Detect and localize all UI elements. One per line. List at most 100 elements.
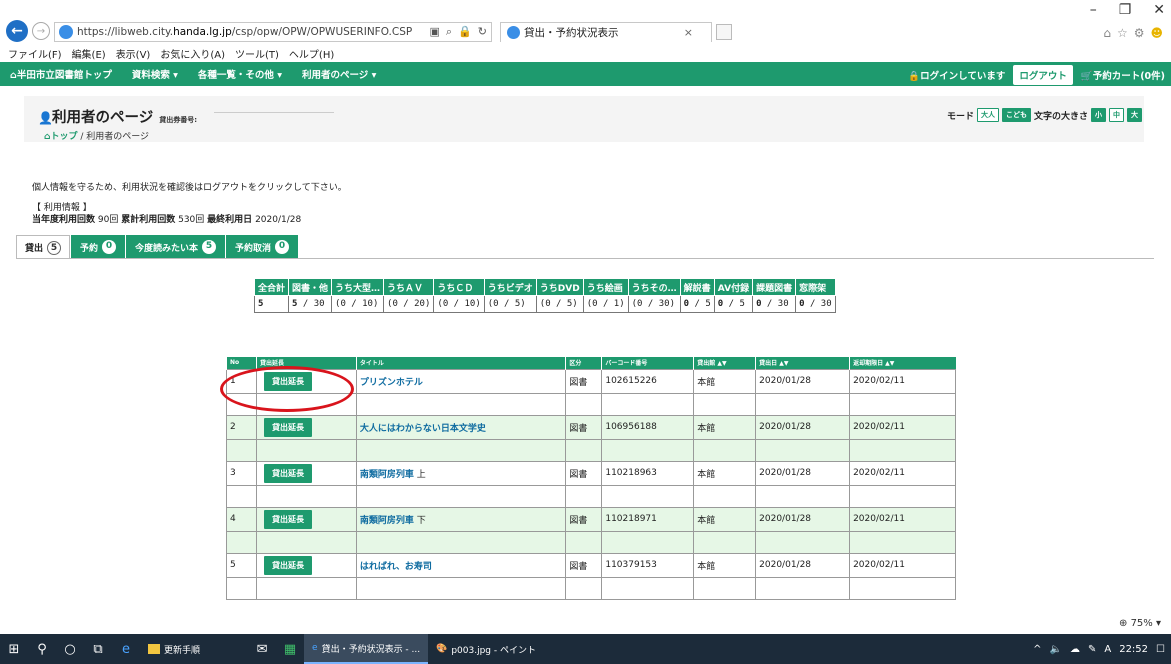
edge-icon[interactable]: e	[112, 642, 140, 657]
clock[interactable]: 22:52	[1119, 644, 1148, 655]
arrow-left-icon: ←	[11, 23, 23, 39]
ie-icon: e	[312, 643, 318, 653]
card-number-label: 貸出券番号:	[159, 116, 198, 124]
system-tray: ^ 🔈 ☁ ✎ A 22:52 ☐	[1033, 634, 1165, 664]
taskbar-app-paint[interactable]: 🎨 p003.jpg - ペイント	[428, 634, 544, 664]
extend-loan-button[interactable]: 貸出延長	[263, 417, 312, 437]
loan-count-table: 全合計 図書・他 うち大型… うちＡＶ うちＣＤ うちビデオ うちDVD うち絵…	[253, 278, 836, 313]
menu-favorites[interactable]: お気に入り(A)	[160, 46, 225, 61]
menu-tools[interactable]: ツール(T)	[235, 46, 279, 61]
book-title-link[interactable]: プリズンホテル	[360, 378, 423, 388]
arrow-right-icon: →	[36, 25, 46, 37]
mode-child-button[interactable]: こども	[1001, 108, 1031, 122]
extend-loan-button[interactable]: 貸出延長	[263, 509, 312, 529]
col-branch[interactable]: 貸出館 ▲▼	[693, 357, 756, 369]
row-spacer	[226, 485, 956, 508]
row-title-cell: 南類阿房列車 上	[355, 460, 567, 486]
table-row: 4 貸出延長 南類阿房列車 下 図書 110218971 本館 2020/01/…	[226, 506, 956, 532]
browser-tab-title: 貸出・予約状況表示	[524, 27, 619, 39]
lock-icon[interactable]: 🔒	[458, 25, 472, 39]
row-no: 5	[226, 552, 257, 578]
excel-icon[interactable]: ▦	[276, 642, 304, 657]
book-title-link[interactable]: はればれ、お寿司	[360, 562, 432, 572]
row-title-cell: プリズンホテル	[355, 368, 567, 394]
font-large-button[interactable]: 大	[1127, 108, 1142, 122]
address-bar[interactable]: https://libweb.city.handa.lg.jp/csp/opw/…	[54, 22, 492, 42]
tab-reservations[interactable]: 予約 0	[71, 235, 126, 259]
privacy-notice: 個人情報を守るため、利用状況を確認後はログアウトをクリックして下さい。	[32, 183, 347, 193]
new-tab-button[interactable]	[716, 24, 732, 40]
row-title-cell: 大人にはわからない日本文学史	[355, 414, 567, 440]
favorites-star-icon[interactable]: ☆	[1117, 26, 1128, 40]
forward-button[interactable]: →	[32, 22, 50, 40]
restore-icon[interactable]: ❐	[1119, 2, 1132, 18]
menu-edit[interactable]: 編集(E)	[72, 46, 106, 61]
logout-button[interactable]: ログアウト	[1013, 65, 1073, 85]
nav-search[interactable]: 資料検索 ▾	[132, 67, 178, 81]
cortana-icon[interactable]: ○	[56, 642, 84, 657]
book-title-link[interactable]: 南類阿房列車	[360, 516, 414, 526]
search-icon[interactable]: ⌕	[446, 25, 452, 39]
nav-right: 🔒ログインしています ログアウト 🛒予約カート(0件)	[908, 65, 1165, 85]
col-title: タイトル	[355, 357, 566, 369]
menu-help[interactable]: ヘルプ(H)	[289, 46, 334, 61]
ime-indicator[interactable]: A	[1104, 644, 1111, 655]
close-window-icon[interactable]: ✕	[1153, 2, 1165, 18]
row-barcode: 110218963	[601, 460, 695, 486]
count-header: AV付録	[713, 278, 754, 296]
notification-icon[interactable]: ☐	[1156, 644, 1165, 655]
breadcrumb-home[interactable]: ⌂トップ	[44, 132, 77, 142]
volume-icon[interactable]: 🔈	[1050, 644, 1062, 655]
home-icon[interactable]: ⌂	[1103, 26, 1111, 40]
row-no: 3	[226, 460, 257, 486]
row-branch: 本館	[693, 414, 757, 440]
row-spacer	[226, 577, 956, 600]
tab-want-to-read[interactable]: 今度読みたい本 5	[126, 235, 226, 259]
browser-titlebar: ← → https://libweb.city.handa.lg.jp/csp/…	[0, 0, 1171, 42]
col-loan-date[interactable]: 貸出日 ▲▼	[755, 357, 850, 369]
nav-user-page[interactable]: 利用者のページ ▾	[302, 67, 376, 81]
menu-file[interactable]: ファイル(F)	[8, 46, 62, 61]
row-loan-date: 2020/01/28	[755, 506, 851, 532]
taskbar-app-folder[interactable]: 更新手順	[140, 634, 208, 664]
nav-lists[interactable]: 各種一覧・その他 ▾	[198, 67, 282, 81]
browser-tab-active[interactable]: 貸出・予約状況表示 ×	[500, 22, 712, 42]
row-extend-cell: 貸出延長	[255, 506, 357, 532]
nav-home[interactable]: ⌂半田市立図書館トップ	[10, 67, 112, 81]
mail-icon[interactable]: ✉	[248, 642, 276, 657]
reservation-cart-link[interactable]: 🛒予約カート(0件)	[1081, 68, 1165, 82]
network-icon[interactable]: ☁	[1070, 644, 1080, 655]
back-button[interactable]: ←	[6, 20, 28, 42]
search-icon[interactable]: ⚲	[28, 642, 56, 657]
font-small-button[interactable]: 小	[1091, 108, 1106, 122]
minimize-icon[interactable]: –	[1090, 2, 1097, 18]
taskbar-app-ie[interactable]: e 貸出・予約状況表示 - ...	[304, 634, 429, 664]
compat-icon[interactable]: ▣	[430, 25, 440, 39]
feedback-smiley-icon[interactable]: ☻	[1150, 26, 1163, 40]
count-header: うち大型…	[331, 278, 385, 296]
windows-start-icon[interactable]: ⊞	[0, 642, 28, 657]
col-type: 区分	[565, 357, 602, 369]
menu-view[interactable]: 表示(V)	[116, 46, 151, 61]
mode-adult-button[interactable]: 大人	[976, 108, 999, 122]
settings-gear-icon[interactable]: ⚙	[1134, 26, 1145, 40]
breadcrumb: ⌂トップ / 利用者のページ	[44, 129, 149, 142]
col-due-date[interactable]: 返却期限日 ▲▼	[849, 357, 956, 369]
tab-cancelled[interactable]: 予約取消 0	[226, 235, 299, 259]
font-medium-button[interactable]: 中	[1109, 108, 1124, 122]
url-text[interactable]: https://libweb.city.handa.lg.jp/csp/opw/…	[77, 26, 412, 38]
chevron-up-icon[interactable]: ^	[1033, 644, 1041, 655]
book-title-link[interactable]: 大人にはわからない日本文学史	[360, 424, 486, 434]
book-title-link[interactable]: 南類阿房列車	[360, 470, 414, 480]
zoom-level[interactable]: ⊕ 75% ▾	[1119, 618, 1161, 629]
task-view-icon[interactable]: ⧉	[84, 642, 112, 657]
close-tab-icon[interactable]: ×	[684, 26, 693, 39]
extend-loan-button[interactable]: 貸出延長	[263, 555, 312, 575]
count-cell: (0 / 5)	[535, 295, 584, 313]
login-status: 🔒ログインしています	[908, 71, 1006, 82]
tab-loans[interactable]: 貸出 5	[16, 235, 71, 259]
count-cell: 5 / 30	[288, 295, 333, 313]
pen-icon[interactable]: ✎	[1088, 644, 1096, 655]
extend-loan-button[interactable]: 貸出延長	[263, 463, 312, 483]
refresh-icon[interactable]: ↻	[478, 25, 487, 39]
